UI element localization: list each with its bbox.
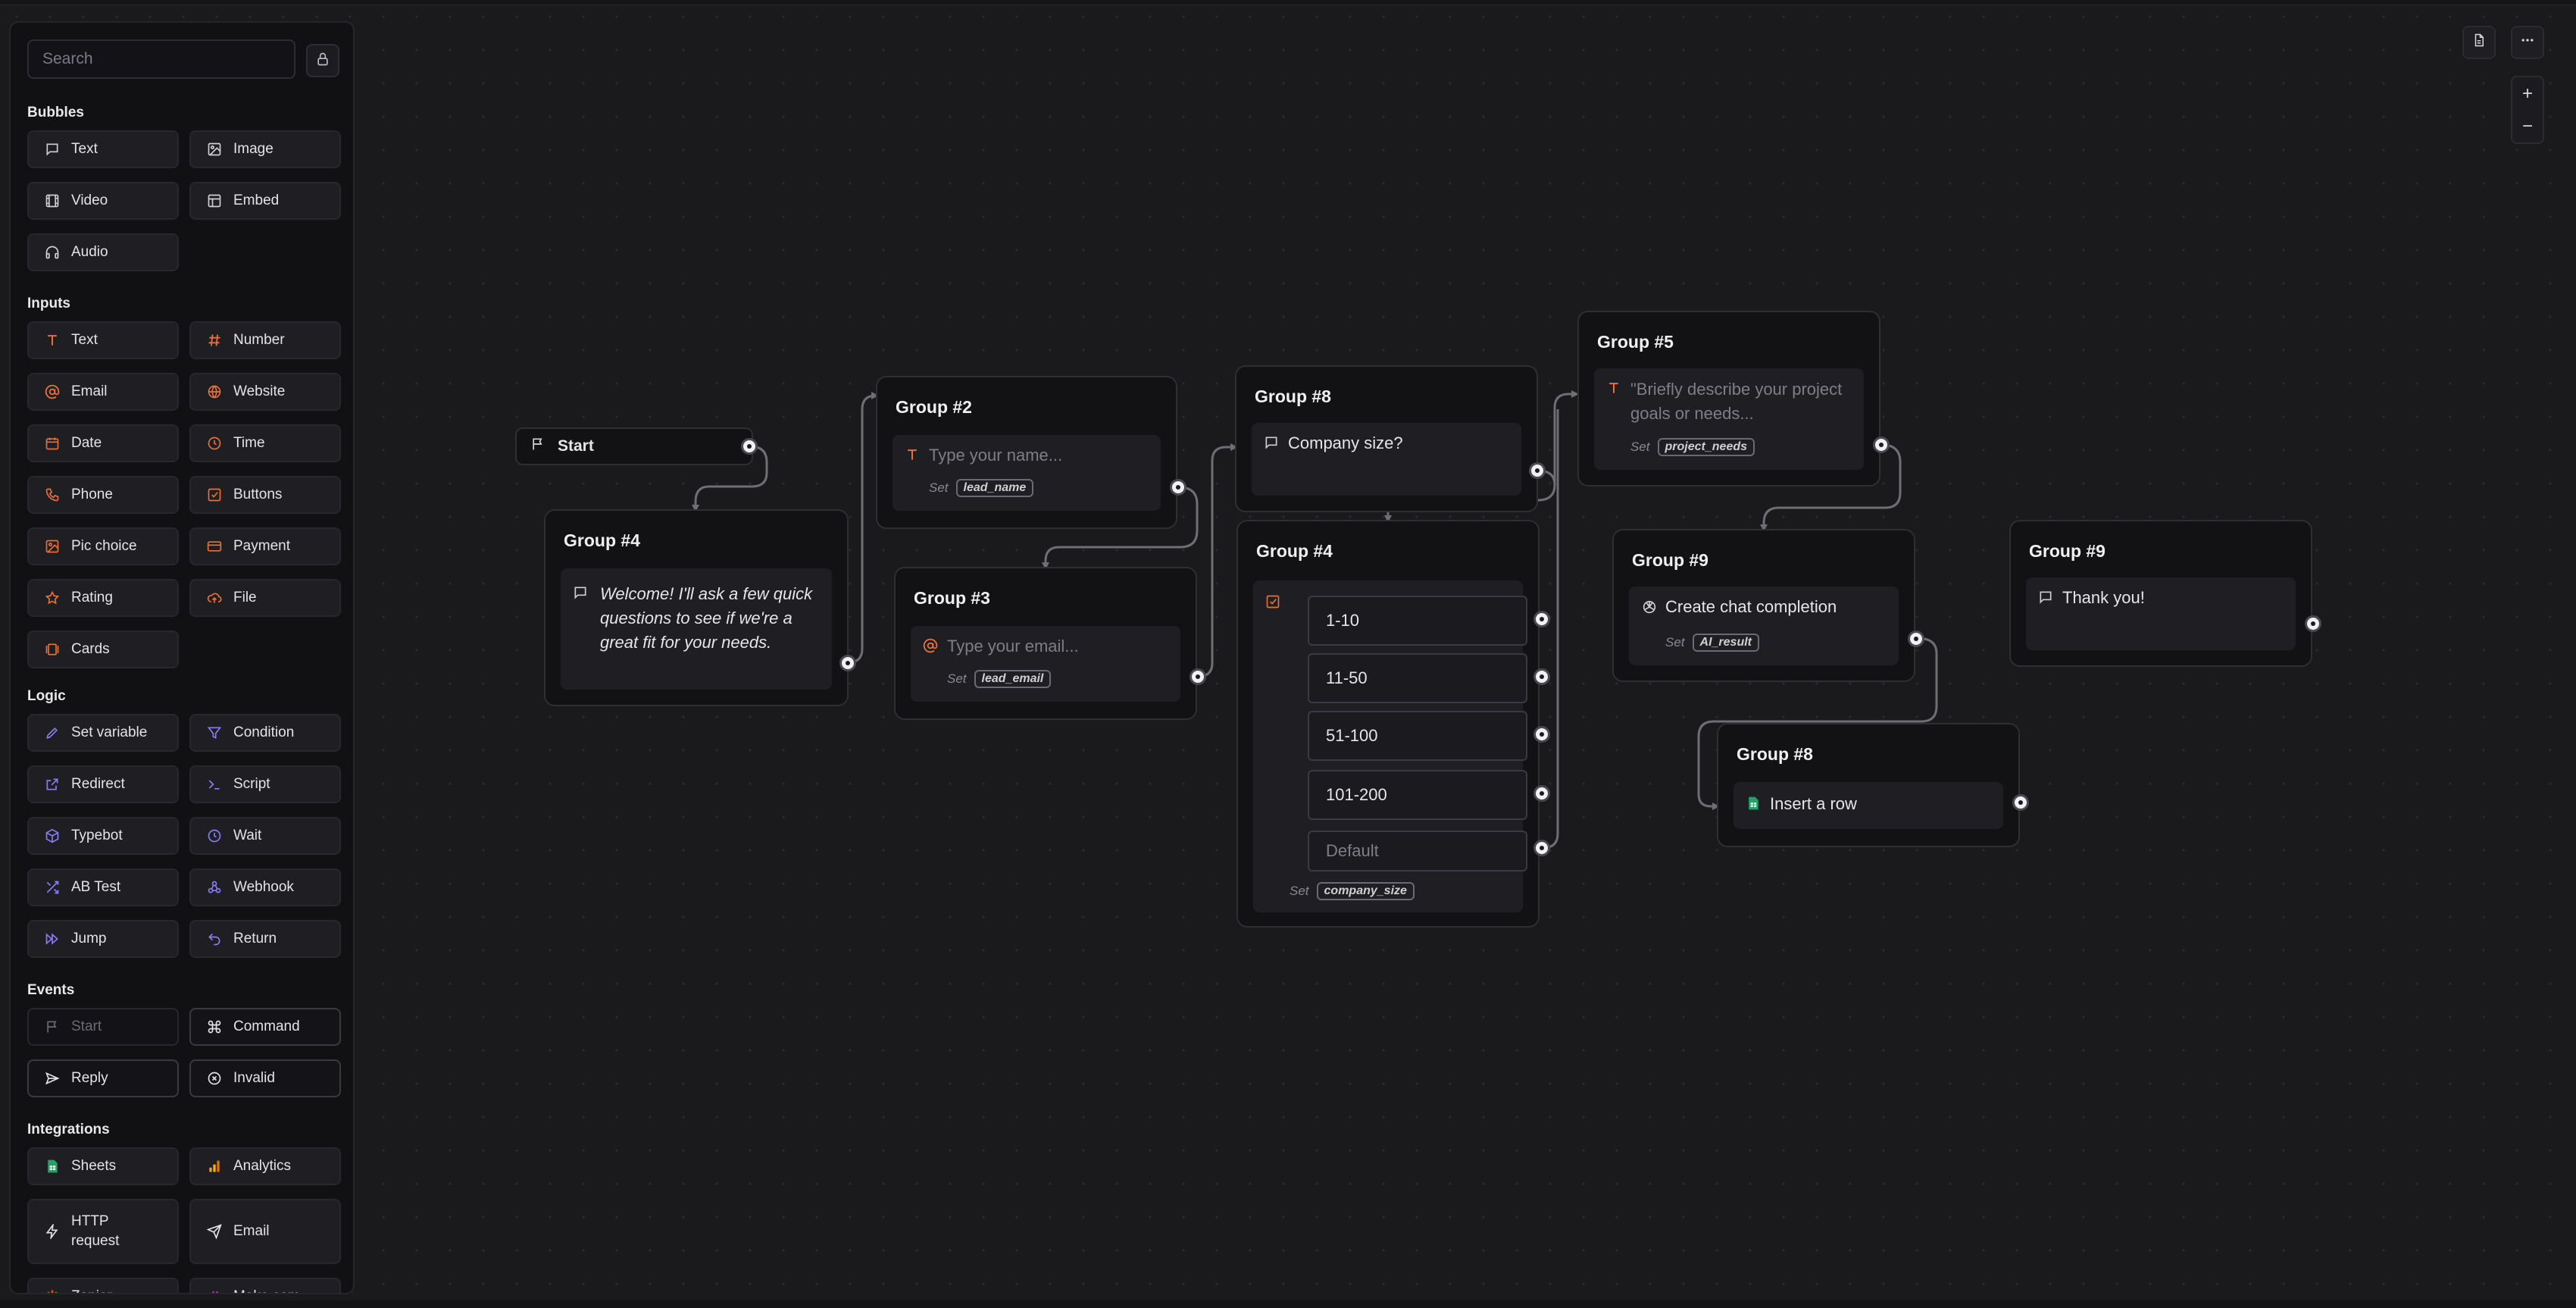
variable-badge: company_size — [1316, 882, 1415, 900]
text-bubble-block[interactable]: Company size? — [1252, 423, 1521, 496]
set-variable-line: Set company_size — [1290, 882, 1415, 900]
text-input-block[interactable]: Type your name... Set lead_name — [893, 435, 1161, 511]
message-icon — [1264, 435, 1279, 454]
bottom-border — [0, 1300, 2576, 1308]
choice-output-port[interactable] — [1533, 726, 1550, 743]
start-label: Start — [558, 437, 594, 455]
email-placeholder: Type your email... — [947, 637, 1079, 656]
sheets-block[interactable]: Insert a row — [1733, 782, 2003, 829]
variable-badge: lead_email — [974, 670, 1052, 688]
choice-output-port[interactable] — [1533, 668, 1550, 685]
set-label: Set — [1630, 440, 1650, 454]
group8b-output-port[interactable] — [2012, 794, 2029, 811]
default-choice[interactable]: Default — [1308, 831, 1527, 871]
start-node[interactable]: Start — [515, 427, 753, 465]
group-title: Group #4 — [1256, 541, 1333, 561]
group4-output-port[interactable] — [839, 655, 856, 671]
flag-icon — [530, 437, 546, 456]
edge-group4-to-group2 — [848, 392, 879, 664]
edge-group3-to-group8 — [1196, 443, 1238, 678]
message-icon — [573, 585, 588, 604]
group-node-insert-row[interactable]: Group #8 Insert a row — [1717, 723, 2020, 847]
checkbox-icon — [1265, 594, 1280, 613]
group-title: Group #8 — [1737, 744, 1813, 764]
group-title: Group #2 — [896, 397, 972, 417]
choice-label: 11-50 — [1326, 668, 1368, 687]
set-variable-line: Set AI_result — [1665, 634, 1759, 652]
choice-label: 51-100 — [1326, 726, 1378, 745]
thank-you-output-port[interactable] — [2305, 615, 2321, 632]
group-title: Group #5 — [1597, 332, 1674, 352]
text-bubble-block[interactable]: Welcome! I'll ask a few quick questions … — [561, 568, 832, 690]
company-size-question: Company size? — [1288, 433, 1403, 452]
at-icon — [923, 638, 938, 657]
set-label: Set — [929, 480, 949, 495]
group-node-email[interactable]: Group #3 Type your email... Set lead_ema… — [894, 567, 1197, 720]
group-title: Group #9 — [2029, 541, 2106, 561]
set-label: Set — [947, 671, 967, 686]
group-title: Group #4 — [564, 530, 640, 550]
choice-label: 1-10 — [1326, 611, 1360, 630]
variable-badge: project_needs — [1657, 438, 1755, 456]
group-node-project-needs[interactable]: Group #5 "Briefly describe your project … — [1577, 311, 1880, 487]
group-node-ai[interactable]: Group #9 Create chat completion Set AI_r… — [1612, 529, 1915, 682]
choice-output-port[interactable] — [1533, 611, 1550, 627]
buttons-input-block[interactable]: 1-10 11-50 51-100 101-200 Default Set co… — [1253, 580, 1527, 912]
insert-row-label: Insert a row — [1770, 794, 1857, 813]
email-input-block[interactable]: Type your email... Set lead_email — [911, 626, 1180, 702]
variable-badge: AI_result — [1692, 634, 1759, 652]
message-icon — [2038, 590, 2053, 609]
group-node-company-choices[interactable]: Group #4 1-10 11-50 51-100 101-200 Defau… — [1236, 520, 1540, 928]
choice-label: Default — [1326, 841, 1379, 860]
group-node-welcome[interactable]: Group #4 Welcome! I'll ask a few quick q… — [544, 509, 849, 706]
openai-icon — [1641, 599, 1658, 619]
text-t-icon — [905, 447, 920, 466]
choice-item[interactable]: 1-10 — [1308, 596, 1527, 646]
group3-output-port[interactable] — [1190, 668, 1206, 685]
group5-output-port[interactable] — [1873, 437, 1890, 453]
project-needs-placeholder: "Briefly describe your project goals or … — [1630, 380, 1843, 423]
group-title: Group #8 — [1255, 386, 1331, 406]
choice-output-port[interactable] — [1533, 785, 1550, 802]
name-placeholder: Type your name... — [929, 446, 1063, 465]
text-bubble-block[interactable]: Thank you! — [2026, 577, 2296, 650]
thank-you-message: Thank you! — [2062, 588, 2145, 607]
text-input-block[interactable]: "Briefly describe your project goals or … — [1594, 368, 1864, 470]
group8-output-port[interactable] — [1529, 462, 1546, 479]
group-node-thank-you[interactable]: Group #9 Thank you! — [2009, 520, 2312, 667]
start-output-port[interactable] — [741, 438, 758, 455]
welcome-message: Welcome! I'll ask a few quick questions … — [600, 584, 813, 652]
group9-output-port[interactable] — [1908, 631, 1924, 647]
group-node-company-size[interactable]: Group #8 Company size? — [1235, 365, 1538, 512]
variable-badge: lead_name — [955, 479, 1034, 497]
create-chat-completion-label: Create chat completion — [1665, 597, 1837, 616]
sheets-icon — [1746, 796, 1761, 815]
set-label: Set — [1665, 635, 1685, 649]
choice-label: 101-200 — [1326, 785, 1387, 804]
choice-item[interactable]: 51-100 — [1308, 711, 1527, 761]
default-output-port[interactable] — [1533, 840, 1550, 856]
group-title: Group #3 — [914, 588, 990, 608]
choice-item[interactable]: 11-50 — [1308, 653, 1527, 703]
set-label: Set — [1290, 884, 1309, 898]
set-variable-line: Set lead_name — [929, 479, 1034, 497]
group-node-name[interactable]: Group #2 Type your name... Set lead_name — [876, 376, 1177, 529]
choice-item[interactable]: 101-200 — [1308, 770, 1527, 820]
text-t-icon — [1606, 380, 1621, 399]
set-variable-line: Set project_needs — [1630, 438, 1755, 456]
group-title: Group #9 — [1632, 550, 1708, 570]
group2-output-port[interactable] — [1170, 479, 1186, 496]
openai-block[interactable]: Create chat completion Set AI_result — [1629, 587, 1899, 665]
set-variable-line: Set lead_email — [947, 670, 1052, 688]
